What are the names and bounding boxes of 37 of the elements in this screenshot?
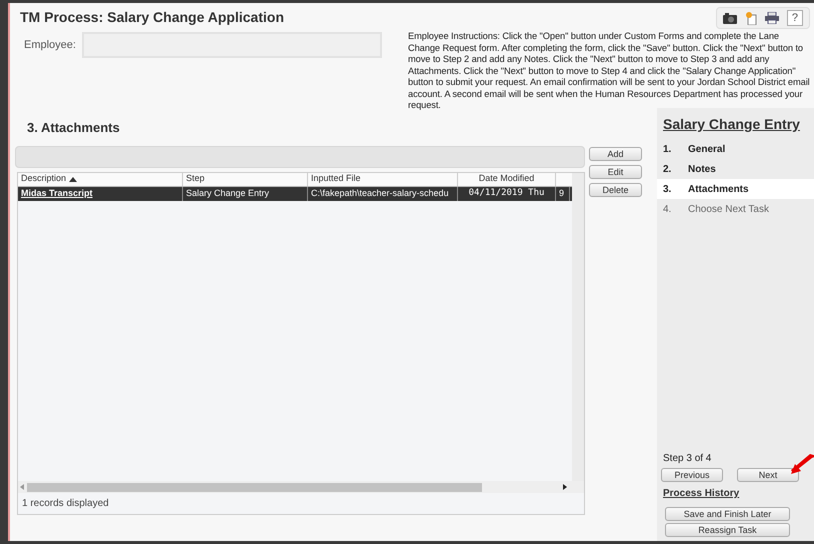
- action-button[interactable]: Reassign Task: [665, 523, 790, 537]
- employee-label: Employee:: [24, 38, 76, 53]
- table-cell: Midas Transcript: [18, 186, 183, 200]
- action-button[interactable]: Save and Finish Later: [665, 507, 790, 521]
- records-count: 1 records displayed: [21, 497, 110, 511]
- step-item[interactable]: 1. General: [657, 139, 814, 159]
- table-cell: 9: [556, 186, 570, 200]
- action-button[interactable]: Add: [589, 146, 642, 160]
- scrollbar-thumb[interactable]: [27, 482, 482, 492]
- arrow-icon: [791, 454, 814, 474]
- document-icon[interactable]: [744, 12, 757, 24]
- step-item[interactable]: 3. Attachments: [657, 179, 814, 199]
- help-button[interactable]: ?: [786, 10, 803, 26]
- horizontal-scrollbar[interactable]: [18, 481, 584, 493]
- camera-icon[interactable]: [722, 12, 737, 24]
- column-header[interactable]: Inputted File: [308, 172, 458, 186]
- scroll-right-icon[interactable]: [563, 484, 567, 490]
- process-history-link[interactable]: Process History: [663, 486, 814, 501]
- table-row[interactable]: Midas Transcript Salary Change Entry C:\fakepath\teacher-salary-schedu 04/11/2019 Thu 9: [18, 186, 572, 200]
- table-cell: C:\fakepath\teacher-salary-schedu: [308, 186, 458, 200]
- action-button[interactable]: Delete: [589, 182, 642, 196]
- table-cell: 04/11/2019 Thu: [458, 186, 556, 200]
- printer-icon[interactable]: [764, 12, 779, 24]
- vertical-scrollbar[interactable]: [572, 172, 584, 481]
- instructions-text: Employee Instructions: Click the "Open" button under Custom Forms and complete the Lane Change Request form. After completing the form, click the "Save" button. Click the "Next" button to move to Step 2 and add any Notes. Click the "Next" button to move to Step 3 and add any Attachments. Click the "Next" button to move to Step 4 and click the "Salary Change Application" button to submit your request. An email confirmation will be sent to your Jordan School District email account. A second email will be sent when the Human Resources Department has processed your request.: [408, 31, 810, 112]
- nav-button[interactable]: Previous: [661, 468, 723, 482]
- step-item[interactable]: 2. Notes: [657, 159, 814, 179]
- nav-button[interactable]: Next: [737, 468, 799, 482]
- action-button[interactable]: Edit: [589, 164, 642, 178]
- panel-title: Salary Change Entry: [663, 115, 801, 134]
- window-title: TM Process: Salary Change Application: [20, 8, 285, 27]
- table-cell: Salary Change Entry: [183, 186, 308, 200]
- scroll-left-icon[interactable]: [20, 484, 24, 490]
- section-title: 3. Attachments: [27, 119, 121, 137]
- column-header[interactable]: Description: [18, 172, 183, 186]
- column-header[interactable]: Step: [183, 172, 308, 186]
- column-header[interactable]: Date Modified: [458, 172, 556, 186]
